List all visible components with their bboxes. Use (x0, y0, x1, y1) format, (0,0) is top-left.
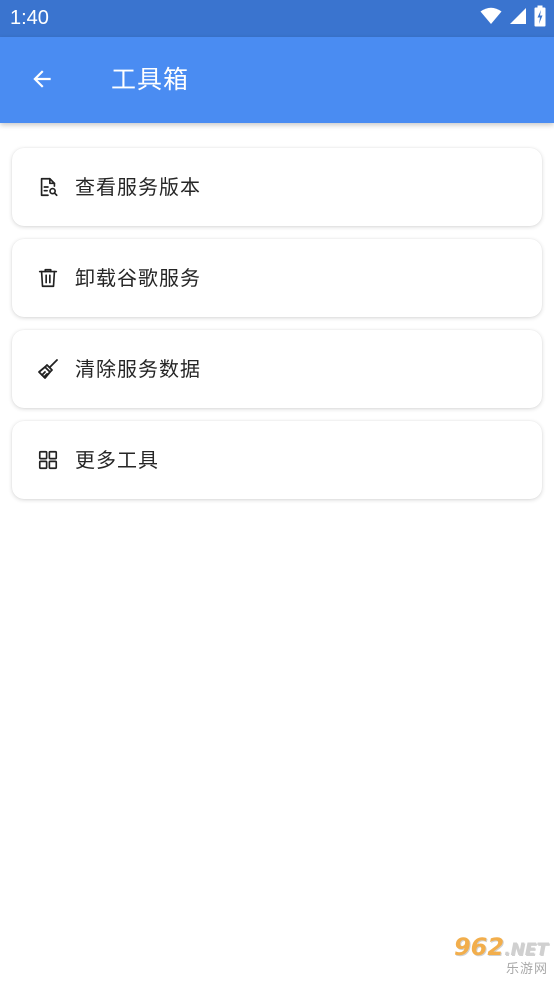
app-bar: 工具箱 (0, 37, 554, 123)
more-tools-label: 更多工具 (75, 448, 159, 472)
watermark-logo: 962.NET 乐游网 (414, 935, 548, 977)
battery-charging-icon (534, 5, 546, 31)
status-time: 1:40 (10, 7, 49, 29)
watermark-number: 962.NET (454, 935, 548, 962)
tool-list: 查看服务版本 卸载谷歌服务 清除服务数据 更多工具 (12, 148, 542, 512)
signal-icon (509, 7, 527, 29)
status-icons (480, 5, 546, 31)
watermark-domain: .NET (504, 940, 548, 960)
grid-icon (36, 448, 60, 472)
clear-service-data-label: 清除服务数据 (75, 357, 201, 381)
more-tools-item[interactable]: 更多工具 (12, 421, 542, 499)
view-service-version-label: 查看服务版本 (75, 175, 201, 199)
view-service-version-item[interactable]: 查看服务版本 (12, 148, 542, 226)
wifi-icon (480, 7, 502, 29)
status-bar: 1:40 (0, 0, 554, 37)
uninstall-google-service-item[interactable]: 卸载谷歌服务 (12, 239, 542, 317)
uninstall-google-service-label: 卸载谷歌服务 (75, 266, 201, 290)
broom-icon (36, 357, 60, 381)
watermark-text: 乐游网 (505, 962, 548, 977)
clear-service-data-item[interactable]: 清除服务数据 (12, 330, 542, 408)
trash-icon (36, 266, 60, 290)
watermark-digits: 962 (453, 933, 505, 961)
page-title: 工具箱 (111, 65, 190, 94)
document-search-icon (36, 175, 60, 199)
back-button[interactable] (20, 59, 64, 103)
arrow-back-icon (29, 66, 55, 96)
